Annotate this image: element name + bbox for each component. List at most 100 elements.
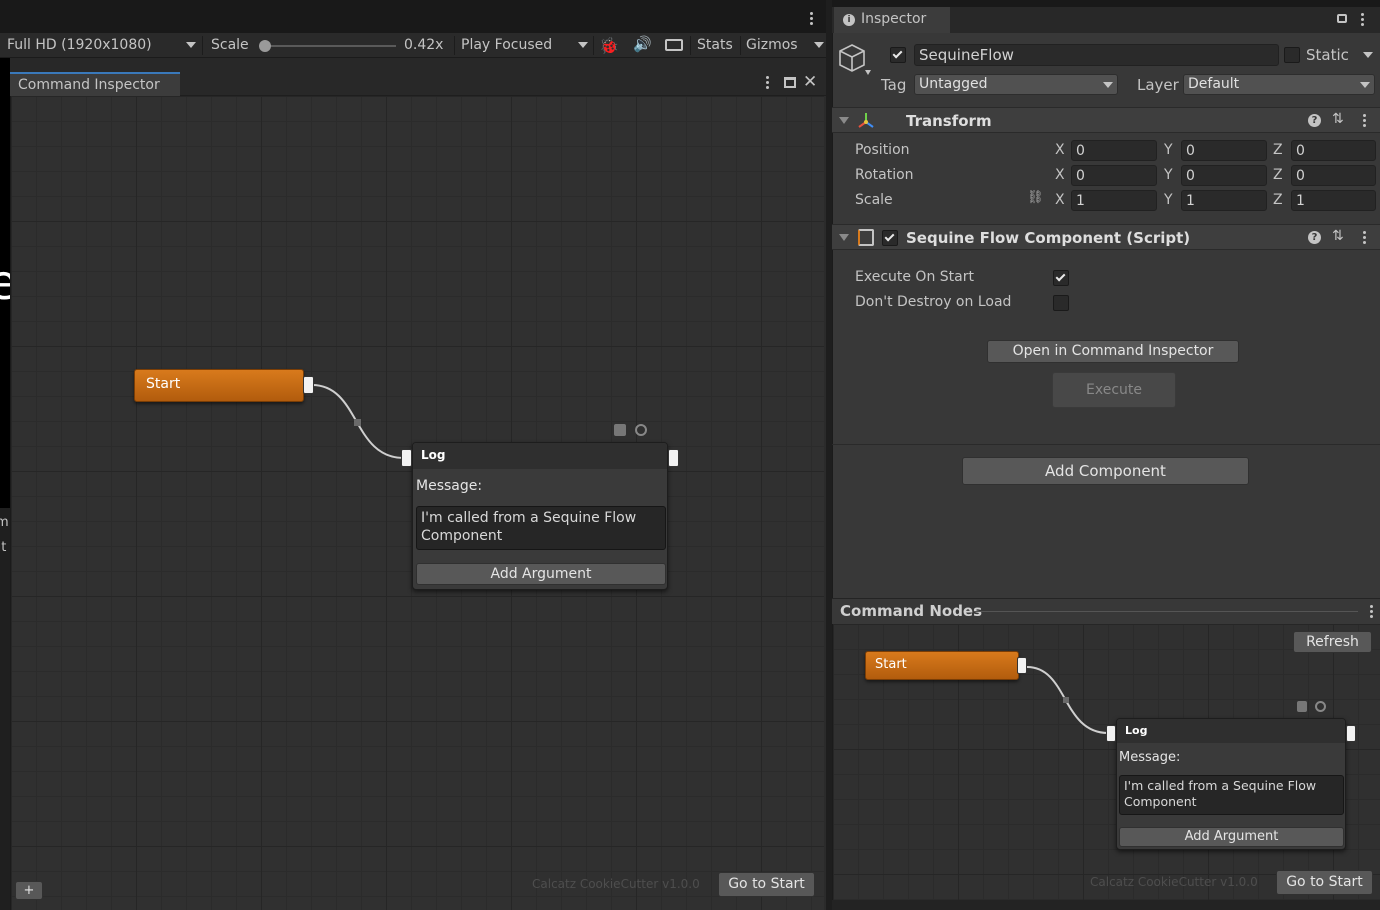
execute-button[interactable]: Execute <box>1052 372 1176 408</box>
axis-x-label: X <box>1055 192 1065 208</box>
axis-y-label: Y <box>1164 192 1173 208</box>
scale-value: 0.42x <box>404 37 444 53</box>
log-input-port[interactable] <box>401 449 412 467</box>
stats-button[interactable]: Stats <box>697 37 733 53</box>
scale-z-field[interactable]: 1 <box>1291 190 1376 211</box>
tag-label: Tag <box>881 76 907 94</box>
script-icon <box>858 229 874 246</box>
rotation-z-field[interactable]: 0 <box>1291 165 1376 186</box>
chevron-down-icon[interactable] <box>814 42 824 48</box>
position-x-field[interactable]: 0 <box>1071 140 1157 161</box>
more-options-icon[interactable] <box>810 12 814 27</box>
help-icon[interactable]: ? <box>1308 231 1321 244</box>
scale-slider-track[interactable] <box>262 45 396 47</box>
static-checkbox[interactable] <box>1284 47 1300 63</box>
axis-x-label: X <box>1055 142 1065 158</box>
keyboard-icon[interactable] <box>665 39 683 51</box>
bug-icon[interactable]: 🐞 <box>599 36 619 55</box>
execute-on-start-checkbox[interactable] <box>1053 270 1069 286</box>
log-input-port[interactable] <box>1106 725 1116 742</box>
preset-icon[interactable]: ⇅ <box>1332 228 1344 244</box>
scale-slider-handle[interactable] <box>259 40 271 52</box>
tag-dropdown[interactable]: Untagged <box>914 74 1118 95</box>
add-node-button[interactable]: + <box>15 881 43 900</box>
static-label: Static <box>1306 46 1349 64</box>
object-name-field[interactable]: SequineFlow <box>914 44 1279 66</box>
tag-value: Untagged <box>919 76 988 92</box>
go-to-start-button[interactable]: Go to Start <box>1276 870 1373 895</box>
chevron-down-icon[interactable] <box>578 42 588 48</box>
refresh-button[interactable]: Refresh <box>1293 631 1372 653</box>
transform-header[interactable]: Transform ? ⇅ <box>832 107 1380 133</box>
add-argument-button[interactable]: Add Argument <box>1119 827 1344 847</box>
rotation-y-field[interactable]: 0 <box>1181 165 1267 186</box>
log-node[interactable]: Log Message: I'm called from a Sequine F… <box>412 442 668 590</box>
foldout-arrow-icon[interactable] <box>839 117 849 124</box>
layer-dropdown[interactable]: Default <box>1183 74 1375 95</box>
chevron-down-icon[interactable] <box>1363 52 1373 58</box>
position-label: Position <box>855 142 910 158</box>
dont-destroy-checkbox[interactable] <box>1053 295 1069 311</box>
start-output-port[interactable] <box>1017 657 1027 674</box>
audio-icon[interactable]: 🔊 <box>633 35 652 53</box>
help-icon[interactable]: ? <box>1308 114 1321 127</box>
game-toolbar: Full HD (1920x1080) Scale 0.42x Play Foc… <box>0 33 830 58</box>
axis-x-label: X <box>1055 167 1065 183</box>
log-node-title: Log <box>413 443 667 469</box>
message-input[interactable]: I'm called from a Sequine Flow Component <box>1119 775 1344 815</box>
component-menu-icon[interactable] <box>1363 114 1367 129</box>
start-node[interactable]: Start <box>134 369 304 402</box>
maximize-icon[interactable] <box>784 77 796 88</box>
component-enabled-checkbox[interactable] <box>882 230 898 246</box>
scale-label: Scale <box>211 37 249 53</box>
gizmos-button[interactable]: Gizmos <box>746 37 798 53</box>
tab-label: Command Inspector <box>18 77 160 93</box>
resolution-dropdown[interactable]: Full HD (1920x1080) <box>7 37 152 53</box>
close-icon[interactable]: ✕ <box>803 72 817 92</box>
position-y-field[interactable]: 0 <box>1181 140 1267 161</box>
axis-z-label: Z <box>1273 192 1283 208</box>
tab-inspector[interactable]: i Inspector <box>834 7 950 33</box>
open-command-inspector-button[interactable]: Open in Command Inspector <box>987 340 1239 363</box>
tab-command-inspector[interactable]: Command Inspector <box>10 72 180 96</box>
layer-label: Layer <box>1137 76 1179 94</box>
link-scale-icon[interactable]: ⛓ <box>1027 190 1044 205</box>
start-node-mini[interactable]: Start <box>865 651 1019 680</box>
window-menu-icon[interactable] <box>766 76 770 91</box>
note-icon[interactable] <box>614 424 626 436</box>
log-node-mini[interactable]: Log Message: I'm called from a Sequine F… <box>1116 718 1346 850</box>
start-output-port[interactable] <box>303 376 314 394</box>
log-output-port[interactable] <box>668 449 679 467</box>
target-icon[interactable] <box>1315 701 1326 712</box>
axis-y-label: Y <box>1164 142 1173 158</box>
message-input[interactable]: I'm called from a Sequine Flow Component <box>416 506 666 550</box>
log-node-title: Log <box>1117 719 1345 743</box>
message-label: Message: <box>416 478 483 494</box>
foldout-arrow-icon[interactable] <box>839 234 849 241</box>
scale-x-field[interactable]: 1 <box>1071 190 1157 211</box>
preset-icon[interactable]: ⇅ <box>1332 111 1344 127</box>
axis-z-label: Z <box>1273 167 1283 183</box>
panel-menu-icon[interactable] <box>1370 605 1374 620</box>
scale-label: Scale <box>855 192 893 208</box>
component-header[interactable]: Sequine Flow Component (Script) ? ⇅ <box>832 224 1380 250</box>
rotation-x-field[interactable]: 0 <box>1071 165 1157 186</box>
play-mode-dropdown[interactable]: Play Focused <box>461 37 552 53</box>
lock-icon[interactable] <box>1337 14 1347 23</box>
active-checkbox[interactable] <box>890 47 906 63</box>
position-z-field[interactable]: 0 <box>1291 140 1376 161</box>
component-menu-icon[interactable] <box>1363 231 1367 246</box>
note-icon[interactable] <box>1297 701 1307 712</box>
chevron-down-icon[interactable] <box>186 42 196 48</box>
log-output-port[interactable] <box>1346 725 1356 742</box>
go-to-start-button[interactable]: Go to Start <box>718 872 815 897</box>
dont-destroy-label: Don't Destroy on Load <box>855 294 1012 310</box>
watermark: Calcatz CookieCutter v1.0.0 <box>1090 875 1258 889</box>
add-argument-button[interactable]: Add Argument <box>416 563 666 585</box>
target-icon[interactable] <box>635 424 647 436</box>
game-view-side-text: lit <box>0 540 7 555</box>
scale-y-field[interactable]: 1 <box>1181 190 1267 211</box>
inspector-menu-icon[interactable] <box>1361 13 1365 28</box>
add-component-button[interactable]: Add Component <box>962 457 1249 485</box>
watermark: Calcatz CookieCutter v1.0.0 <box>532 877 700 891</box>
